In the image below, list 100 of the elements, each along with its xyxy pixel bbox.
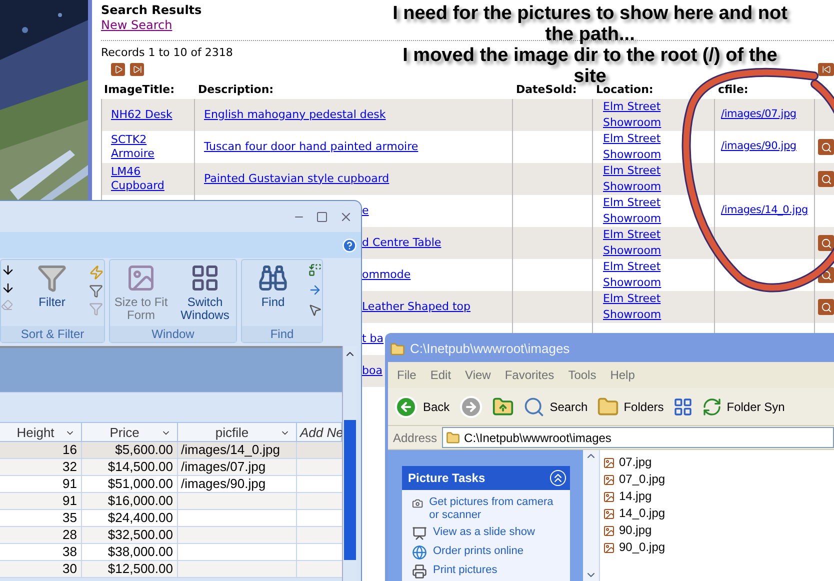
- description-link[interactable]: Tuscan four door hand painted armoire: [204, 138, 418, 156]
- sort-icon[interactable]: [1, 281, 15, 295]
- task-link[interactable]: Print pictures: [412, 564, 562, 579]
- scrollbar[interactable]: [342, 346, 357, 581]
- ribbon-button[interactable]: Filter: [21, 263, 83, 309]
- datasheet-row[interactable]: 16 $5,600.00 /images/14_0.jpg: [0, 442, 342, 459]
- table-cell: 38: [62, 544, 77, 559]
- ribbon-button[interactable]: Switch Windows: [174, 263, 236, 322]
- toolbar-button[interactable]: Search: [522, 396, 592, 418]
- image-file[interactable]: 90_0.jpg: [603, 539, 666, 556]
- table-cell: 16: [62, 442, 77, 457]
- task-link[interactable]: View as a slide show: [412, 526, 562, 541]
- image-file[interactable]: 07_0.jpg: [603, 471, 666, 488]
- play-icon: [114, 65, 122, 74]
- menu-item[interactable]: Favorites: [498, 366, 560, 384]
- column-header: Location:: [596, 83, 654, 96]
- description-link[interactable]: d Centre Table: [362, 234, 442, 252]
- forward-icon: [458, 394, 483, 418]
- column-header: DateSold:: [516, 83, 577, 96]
- folder-icon: [596, 396, 619, 418]
- search-icon: [522, 396, 545, 418]
- location-link[interactable]: Elm Street Showroom: [603, 99, 704, 131]
- location-link[interactable]: Elm Street Showroom: [603, 163, 704, 195]
- column-header: Add Ne: [300, 424, 344, 442]
- maximize-icon[interactable]: [316, 210, 328, 222]
- replace-icon[interactable]: [308, 263, 322, 277]
- image-file[interactable]: 14.jpg: [603, 488, 666, 505]
- sort-icon[interactable]: [1, 263, 15, 277]
- location-link[interactable]: Elm Street Showroom: [603, 195, 704, 227]
- datasheet-row[interactable]: 35 $24,400.00: [0, 510, 342, 527]
- select-icon[interactable]: [308, 303, 322, 317]
- datasheet-row[interactable]: 32 $14,500.00 /images/07.jpg: [0, 459, 342, 476]
- datasheet-row[interactable]: 30 $12,500.00: [0, 561, 342, 578]
- table-cell: 91: [62, 476, 77, 491]
- description-link[interactable]: Leather Shaped top: [362, 298, 470, 316]
- datasheet-row[interactable]: 28 $32,500.00: [0, 527, 342, 544]
- first-page-button[interactable]: [818, 63, 834, 76]
- scrollbar[interactable]: [583, 450, 600, 581]
- task-link[interactable]: Get pictures from camera or scanner: [412, 496, 562, 522]
- ribbon-button[interactable]: Find: [242, 263, 304, 317]
- menu-item[interactable]: Edit: [424, 366, 458, 384]
- description-link[interactable]: boa: [362, 362, 382, 380]
- image-file[interactable]: 90.jpg: [603, 522, 666, 539]
- windows-icon: [190, 263, 220, 293]
- description-link[interactable]: English mahogany pedestal desk: [204, 106, 386, 124]
- ribbon-group-label: Find: [242, 326, 322, 342]
- ribbon-group-label: Sort & Filter: [1, 326, 104, 342]
- description-link[interactable]: ommode: [362, 266, 411, 284]
- toolbar-button[interactable]: Folders: [596, 396, 668, 418]
- image-file[interactable]: 14_0.jpg: [603, 505, 666, 522]
- description-link[interactable]: e: [362, 202, 369, 220]
- task-link[interactable]: Order prints online: [412, 545, 562, 560]
- toolbar-button[interactable]: Folder Syn: [702, 396, 789, 416]
- menu-item[interactable]: Help: [604, 366, 641, 384]
- location-link[interactable]: Elm Street Showroom: [603, 291, 704, 323]
- datasheet-row[interactable]: 91 $16,000.00: [0, 493, 342, 510]
- picfile-link[interactable]: /images/14_0.jpg: [721, 203, 808, 219]
- datasheet-row[interactable]: 38 $38,000.00: [0, 544, 342, 561]
- location-link[interactable]: Elm Street Showroom: [603, 259, 704, 291]
- table-cell: $5,600.00: [115, 442, 173, 457]
- table-cell: $32,500.00: [108, 527, 173, 542]
- column-header: Description:: [198, 83, 274, 96]
- description-link[interactable]: Painted Gustavian style cupboard: [204, 170, 390, 188]
- location-link[interactable]: Elm Street Showroom: [603, 227, 704, 259]
- search-icon: [820, 238, 832, 248]
- column-header: Price: [110, 424, 140, 442]
- image-file[interactable]: 07.jpg: [603, 454, 666, 471]
- datasheet-row[interactable]: 91 $51,000.00 /images/90.jpg: [0, 476, 342, 493]
- menu-item[interactable]: File: [391, 366, 422, 384]
- menu-item[interactable]: Tools: [562, 366, 602, 384]
- column-header: picfile: [215, 424, 249, 442]
- picfile-link[interactable]: /images/90.jpg: [721, 139, 796, 155]
- location-link[interactable]: Elm Street Showroom: [603, 131, 704, 163]
- filter-icon[interactable]: [89, 284, 103, 298]
- back-icon: [394, 394, 418, 418]
- collapse-icon[interactable]: [550, 470, 566, 486]
- title-link[interactable]: SCTK2 Armoire: [111, 133, 185, 161]
- search-button[interactable]: [818, 299, 834, 315]
- new-search-link[interactable]: New Search: [101, 18, 172, 33]
- search-icon: [820, 302, 832, 312]
- toolbar-button[interactable]: Back: [394, 394, 454, 418]
- last-page-button[interactable]: [130, 63, 144, 76]
- table-cell: $14,500.00: [108, 459, 173, 474]
- title-link[interactable]: NH62 Desk: [111, 108, 172, 122]
- search-icon: [820, 174, 832, 184]
- help-icon[interactable]: [342, 238, 357, 252]
- search-button[interactable]: [818, 171, 834, 187]
- table-cell: 91: [62, 493, 77, 508]
- title-link[interactable]: LM46 Cupboard: [111, 165, 185, 193]
- go-to-icon[interactable]: [308, 283, 322, 297]
- address-field[interactable]: C:\Inetpub\wwwroot\images: [442, 427, 834, 448]
- search-button[interactable]: [818, 235, 834, 251]
- table-cell: /images/90.jpg: [181, 476, 266, 491]
- menu-item[interactable]: View: [459, 366, 497, 384]
- search-button[interactable]: [818, 139, 834, 155]
- description-link[interactable]: t ba: [362, 330, 384, 348]
- folder-icon: [446, 430, 460, 444]
- next-page-button[interactable]: [111, 63, 125, 76]
- image-file-icon: [603, 474, 615, 486]
- picfile-link[interactable]: /images/07.jpg: [721, 107, 796, 123]
